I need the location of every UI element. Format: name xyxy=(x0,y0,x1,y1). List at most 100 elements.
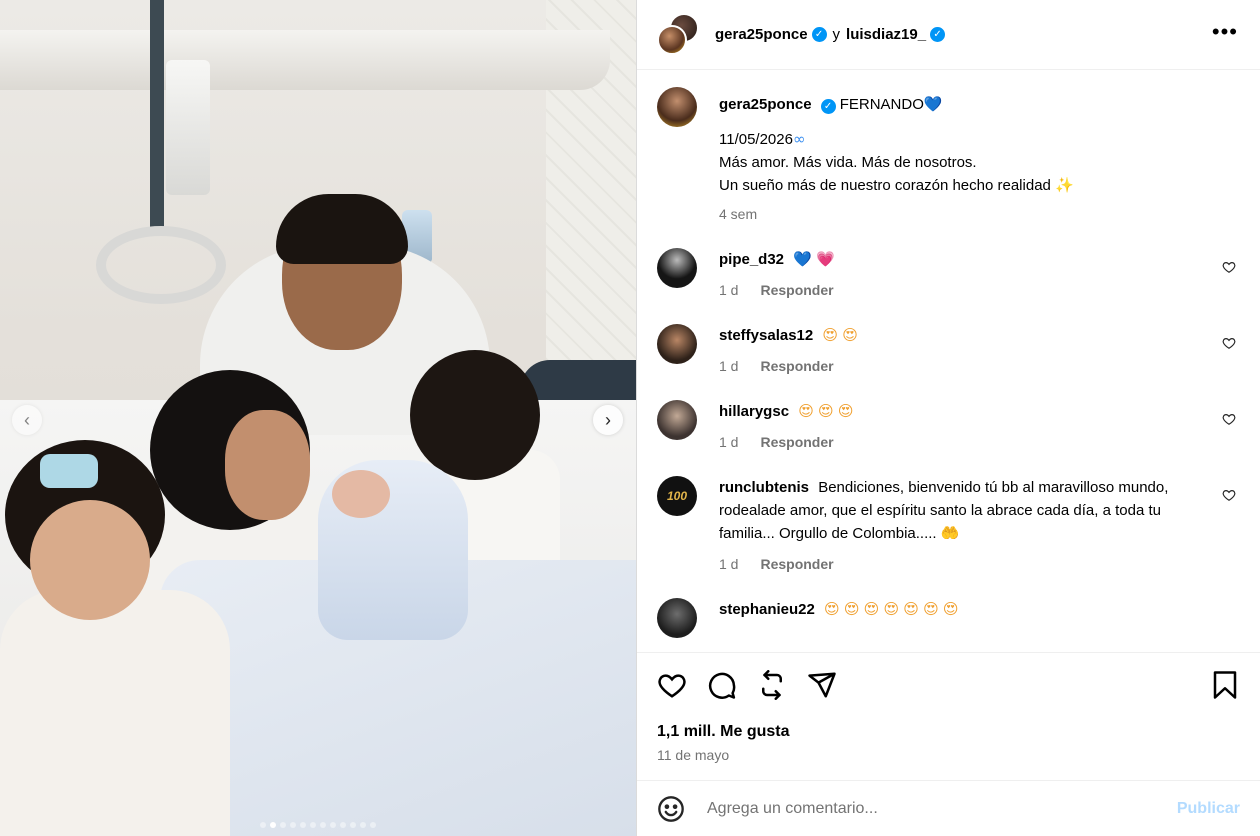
caption-title: FERNANDO xyxy=(839,96,924,113)
comment-time[interactable]: 1 d xyxy=(719,358,738,374)
carousel-dot xyxy=(340,822,346,828)
heart-eyes-emoji: 😍 xyxy=(818,402,834,420)
carousel-dot xyxy=(260,822,266,828)
carousel-dot xyxy=(360,822,366,828)
comment-time[interactable]: 1 d xyxy=(719,282,738,298)
chevron-left-icon: ‹ xyxy=(24,410,30,430)
comment-like-heart-icon[interactable] xyxy=(1222,336,1236,350)
heart-eyes-emoji: 😍 xyxy=(822,326,839,344)
comment-like-heart-icon[interactable] xyxy=(1222,488,1236,502)
heart-eyes-emoji: 😍 xyxy=(842,326,858,344)
header-username-2[interactable]: luisdiaz19_ xyxy=(846,26,926,43)
collab-names: gera25ponce ✓ y luisdiaz19_ ✓ xyxy=(715,26,946,43)
comment-like-heart-icon[interactable] xyxy=(1222,412,1236,426)
mother-face xyxy=(225,410,310,520)
post-header: gera25ponce ✓ y luisdiaz19_ ✓ ••• xyxy=(637,0,1260,70)
avatar[interactable] xyxy=(657,248,697,288)
comment-username[interactable]: steffysalas12 xyxy=(719,327,813,344)
comment-item: stephanieu22 😍 😍 😍 😍 😍 😍 😍 xyxy=(657,598,1240,638)
blue-heart-emoji: 💙 xyxy=(923,95,943,113)
avatar xyxy=(657,24,687,55)
reply-button[interactable]: Responder xyxy=(760,434,833,450)
caption: gera25ponce ✓ FERNANDO💙 11/05/2026∞ Más a… xyxy=(657,87,1240,226)
carousel-prev-button[interactable]: ‹ xyxy=(12,405,42,435)
caption-line-2: Más amor. Más vida. Más de nosotros. xyxy=(719,154,977,171)
post-side-panel: gera25ponce ✓ y luisdiaz19_ ✓ ••• gera25… xyxy=(636,0,1260,836)
hair-bow xyxy=(40,454,98,488)
caption-time[interactable]: 4 sem xyxy=(719,206,757,222)
comment-username[interactable]: runclubtenis xyxy=(719,479,809,496)
reply-button[interactable]: Responder xyxy=(760,556,833,572)
post-date[interactable]: 11 de mayo xyxy=(657,747,1240,763)
more-options-icon[interactable]: ••• xyxy=(1212,20,1238,44)
carousel-dot xyxy=(280,822,286,828)
avatar[interactable] xyxy=(657,400,697,440)
heart-eyes-emoji: 😍 xyxy=(863,600,880,618)
hospital-light-fixture xyxy=(0,30,610,90)
post-actions: 1,1 mill. Me gusta 11 de mayo xyxy=(637,652,1260,763)
bed-handle-ring xyxy=(96,226,226,304)
comment-input[interactable] xyxy=(707,799,1167,818)
carousel-dot xyxy=(270,822,276,828)
carousel-dot xyxy=(370,822,376,828)
runclub-logo: 100 xyxy=(666,489,688,503)
iv-strap xyxy=(150,0,164,230)
likes-count[interactable]: 1,1 mill. Me gusta xyxy=(657,723,1240,741)
carousel-next-button[interactable]: › xyxy=(593,405,623,435)
comment-item: steffysalas12 😍 😍 1 d Responder xyxy=(657,324,1240,378)
carousel-dots xyxy=(0,822,636,828)
blue-heart-emoji: 💙 xyxy=(793,250,812,268)
bookmark-icon[interactable] xyxy=(1210,670,1240,700)
comment-time[interactable]: 1 d xyxy=(719,434,738,450)
comment-bubble-icon[interactable] xyxy=(707,670,737,700)
comment-item: hillarygsc 😍 😍 😍 1 d Responder xyxy=(657,400,1240,454)
like-heart-icon[interactable] xyxy=(657,670,687,700)
comment-username[interactable]: pipe_d32 xyxy=(719,251,784,268)
girl-right-hair xyxy=(410,350,540,480)
comment-like-heart-icon[interactable] xyxy=(1222,260,1236,274)
carousel-dot xyxy=(320,822,326,828)
verified-badge-icon: ✓ xyxy=(811,27,827,42)
open-hands-emoji: 🤲 xyxy=(940,524,960,542)
reply-button[interactable]: Responder xyxy=(760,282,833,298)
verified-badge-icon: ✓ xyxy=(820,99,836,114)
collab-avatars[interactable] xyxy=(657,12,701,57)
iv-bag xyxy=(166,60,210,195)
heart-eyes-emoji: 😍 xyxy=(798,402,814,420)
comment-username[interactable]: hillarygsc xyxy=(719,403,789,420)
carousel-dot xyxy=(300,822,306,828)
avatar[interactable]: 100 xyxy=(657,476,697,516)
comments-list[interactable]: gera25ponce ✓ FERNANDO💙 11/05/2026∞ Más a… xyxy=(637,71,1260,651)
emoji-picker-icon[interactable] xyxy=(657,795,685,823)
comment-time[interactable]: 1 d xyxy=(719,556,738,572)
heart-eyes-emoji: 😍 xyxy=(942,600,959,618)
avatar[interactable] xyxy=(657,324,697,364)
heart-eyes-emoji: 😍 xyxy=(903,600,919,618)
comment-item: pipe_d32 💙 💗 1 d Responder xyxy=(657,248,1240,302)
heart-eyes-emoji: 😍 xyxy=(883,600,900,618)
avatar[interactable] xyxy=(657,598,697,638)
heart-eyes-emoji: 😍 xyxy=(824,600,840,618)
reply-button[interactable]: Responder xyxy=(760,358,833,374)
infinity-emoji: ∞ xyxy=(792,130,806,148)
comment-username[interactable]: stephanieu22 xyxy=(719,601,815,618)
avatar[interactable] xyxy=(657,87,697,127)
girl-left-face xyxy=(30,500,150,620)
chevron-right-icon: › xyxy=(605,410,611,430)
carousel-dot xyxy=(290,822,296,828)
heart-eyes-emoji: 😍 xyxy=(923,600,939,618)
repost-icon[interactable] xyxy=(757,670,787,700)
heart-eyes-emoji: 😍 xyxy=(843,600,860,618)
collab-joiner: y xyxy=(832,26,841,43)
heart-eyes-emoji: 😍 xyxy=(837,402,854,420)
carousel-dot xyxy=(310,822,316,828)
publish-button[interactable]: Publicar xyxy=(1177,800,1240,818)
post-image[interactable]: ‹ › xyxy=(0,0,636,836)
caption-username[interactable]: gera25ponce xyxy=(719,96,812,113)
header-username-1[interactable]: gera25ponce xyxy=(715,26,808,43)
share-send-icon[interactable] xyxy=(807,670,837,700)
caption-line-3: Un sueño más de nuestro corazón hecho re… xyxy=(719,177,1051,194)
verified-badge-icon: ✓ xyxy=(930,27,946,42)
sparkles-emoji: ✨ xyxy=(1055,176,1074,194)
newborn-face xyxy=(332,470,390,518)
